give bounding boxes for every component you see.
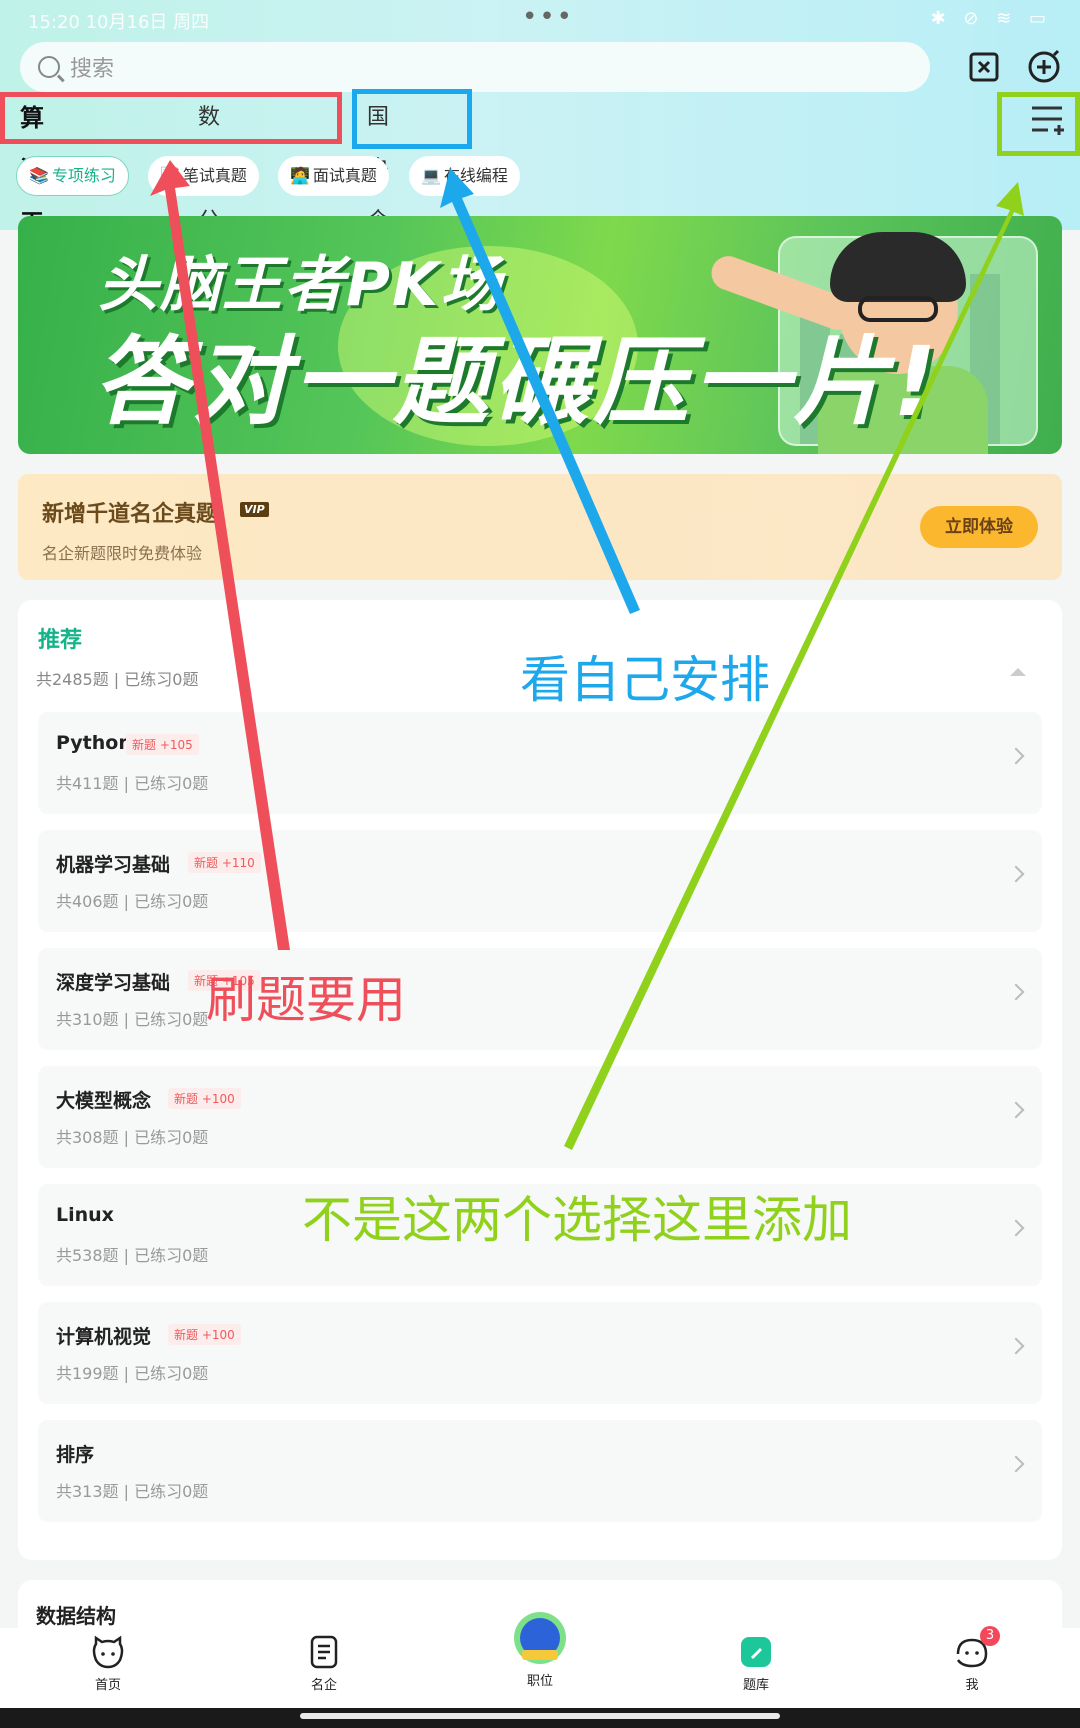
- item-meta: 共406题 | 已练习0题: [56, 892, 209, 911]
- home-indicator[interactable]: [300, 1713, 780, 1719]
- new-badge: 新题 +110: [188, 852, 261, 873]
- window-dots[interactable]: •••: [522, 2, 574, 32]
- chip-written-exam[interactable]: 📝 笔试真题: [148, 156, 259, 196]
- chevron-right-icon: [1007, 747, 1025, 765]
- menu-add-icon[interactable]: [1030, 104, 1064, 136]
- company-doc-icon: [306, 1634, 342, 1670]
- chevron-right-icon: [1007, 983, 1025, 1001]
- recommend-title: 推荐: [38, 628, 83, 653]
- try-now-button[interactable]: 立即体验: [920, 506, 1038, 548]
- close-square-icon[interactable]: [965, 48, 1003, 86]
- coder-icon: 🧑‍💻: [290, 166, 310, 185]
- books-icon: 📚: [29, 166, 49, 185]
- list-item[interactable]: Python 新题 +105 共411题 | 已练习0题: [38, 712, 1042, 814]
- nav-profile[interactable]: 3 我: [917, 1626, 1027, 1693]
- item-name: Linux: [56, 1204, 114, 1226]
- question-bank-icon: [738, 1634, 774, 1670]
- chip-label: 在线编程: [443, 166, 508, 185]
- promo-card[interactable]: 新增千道名企真题 VIP 名企新题限时免费体验 立即体验: [18, 474, 1062, 580]
- memo-icon: 📝: [160, 166, 180, 185]
- nav-label: 名企: [310, 1678, 337, 1693]
- chip-label: 笔试真题: [182, 166, 247, 185]
- section-title-data-structure: 数据结构: [36, 1604, 116, 1628]
- nav-label: 我: [965, 1678, 979, 1693]
- annotation-box-blue: [352, 89, 472, 149]
- item-meta: 共310题 | 已练习0题: [56, 1010, 209, 1029]
- annotation-text-red: 刷题要用: [206, 971, 406, 1029]
- item-name: 计算机视觉: [56, 1326, 152, 1348]
- banner-character-hair: [830, 232, 966, 302]
- annotation-text-blue: 看自己安排: [520, 651, 770, 709]
- nav-question-bank[interactable]: 题库: [701, 1634, 811, 1693]
- new-badge: 新题 +100: [168, 1088, 241, 1109]
- new-badge: 新题 +105: [126, 734, 199, 755]
- list-item[interactable]: 机器学习基础 新题 +110 共406题 | 已练习0题: [38, 830, 1042, 932]
- home-cat-icon: [90, 1634, 126, 1670]
- chip-interview[interactable]: 🧑‍💻 面试真题: [278, 156, 389, 196]
- recommend-summary: 共2485题 | 已练习0题: [36, 670, 199, 689]
- profile-face-icon: 3: [954, 1626, 1000, 1670]
- add-circle-icon[interactable]: [1025, 48, 1063, 86]
- chevron-right-icon: [1007, 1337, 1025, 1355]
- promo-banner[interactable]: 头脑王者PK场 答对一题碾压一片!: [18, 216, 1062, 454]
- autumn-recruit-icon: [508, 1610, 572, 1666]
- item-name: 排序: [56, 1444, 95, 1466]
- bottom-tab-bar: 首页 名企 职位 题库 3 我: [0, 1612, 1080, 1708]
- promo-title: 新增千道名企真题: [42, 502, 219, 527]
- list-item[interactable]: 排序 共313题 | 已练习0题: [38, 1420, 1042, 1522]
- laptop-icon: 💻: [421, 166, 441, 185]
- chip-label: 面试真题: [312, 166, 377, 185]
- status-bar: 15:20 10月16日 周四 ••• ✱ ⊘ ≋ ▭: [0, 0, 1080, 36]
- annotation-box-red: [0, 92, 342, 144]
- item-meta: 共313题 | 已练习0题: [56, 1482, 209, 1501]
- list-item[interactable]: 大模型概念 新题 +100 共308题 | 已练习0题: [38, 1066, 1042, 1168]
- nav-jobs[interactable]: 职位: [485, 1610, 595, 1689]
- nav-home[interactable]: 首页: [53, 1634, 163, 1693]
- chip-online-coding[interactable]: 💻 在线编程: [409, 156, 520, 196]
- nav-label: 题库: [742, 1678, 769, 1693]
- nav-companies[interactable]: 名企: [269, 1634, 379, 1693]
- chevron-right-icon: [1007, 865, 1025, 883]
- chip-topic-practice[interactable]: 📚 专项练习: [16, 156, 129, 196]
- item-meta: 共308题 | 已练习0题: [56, 1128, 209, 1147]
- promo-subtitle: 名企新题限时免费体验: [42, 544, 203, 563]
- nav-label: 职位: [526, 1674, 553, 1689]
- chevron-right-icon: [1007, 1101, 1025, 1119]
- item-meta: 共411题 | 已练习0题: [56, 774, 209, 793]
- item-meta: 共199题 | 已练习0题: [56, 1364, 209, 1383]
- banner-slogan: 答对一题碾压一片!: [93, 326, 941, 438]
- new-badge: 新题 +100: [168, 1324, 241, 1345]
- search-bar[interactable]: 搜索: [20, 42, 930, 92]
- list-item[interactable]: 深度学习基础 新题 +105 共310题 | 已练习0题: [38, 948, 1042, 1050]
- notification-badge: 3: [980, 1626, 1000, 1646]
- list-item[interactable]: 计算机视觉 新题 +100 共199题 | 已练习0题: [38, 1302, 1042, 1404]
- chevron-right-icon: [1007, 1455, 1025, 1473]
- item-name: 机器学习基础: [56, 854, 171, 876]
- nav-label: 首页: [94, 1678, 121, 1693]
- search-placeholder: 搜索: [70, 57, 115, 82]
- chevron-right-icon: [1007, 1219, 1025, 1237]
- item-name: Python: [56, 732, 132, 754]
- annotation-text-green: 不是这两个选择这里添加: [302, 1191, 852, 1249]
- recommend-card: 推荐 共2485题 | 已练习0题 Python 新题 +105 共411题 |…: [18, 600, 1062, 1560]
- status-time: 15:20 10月16日 周四: [28, 12, 210, 33]
- item-name: 深度学习基础: [56, 972, 171, 994]
- status-icons: ✱ ⊘ ≋ ▭: [930, 8, 1052, 29]
- collapse-icon[interactable]: [1010, 668, 1026, 676]
- vip-badge: VIP: [240, 502, 269, 517]
- chip-label: 专项练习: [51, 166, 116, 185]
- item-meta: 共538题 | 已练习0题: [56, 1246, 209, 1265]
- search-icon: [38, 56, 60, 78]
- item-name: 大模型概念: [56, 1090, 152, 1112]
